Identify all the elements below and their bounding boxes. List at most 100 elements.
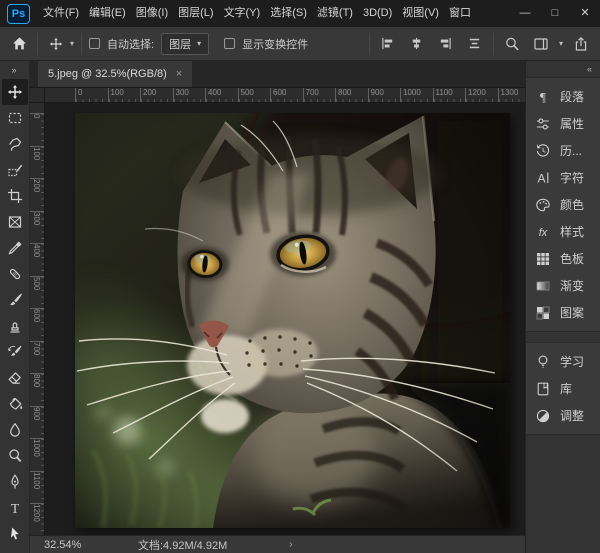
gradients-icon xyxy=(535,278,551,294)
panel-label: 调整 xyxy=(560,407,584,424)
menu-item[interactable]: 图层(L) xyxy=(173,0,218,27)
menu-item[interactable]: 选择(S) xyxy=(265,0,312,27)
distribute-icon[interactable] xyxy=(464,32,486,56)
move-icon xyxy=(45,32,67,56)
panel-properties[interactable]: 属性 xyxy=(526,110,600,137)
tool-pen[interactable] xyxy=(2,469,28,495)
menu-item[interactable]: 文件(F) xyxy=(38,0,84,27)
menu-item[interactable]: 3D(D) xyxy=(358,0,397,27)
align-left-icon[interactable] xyxy=(377,32,399,56)
align-center-icon[interactable] xyxy=(406,32,428,56)
auto-select-label: 自动选择: xyxy=(107,36,154,52)
tool-blur[interactable] xyxy=(2,417,28,443)
tab-close-icon[interactable]: × xyxy=(176,68,182,80)
panel-gradients[interactable]: 渐变 xyxy=(526,272,600,299)
tool-preset-move[interactable]: ▾ xyxy=(45,32,74,56)
paragraph-icon: ¶ xyxy=(535,89,551,105)
tool-object-selection[interactable] xyxy=(2,157,28,183)
tool-type[interactable]: T xyxy=(2,495,28,521)
panel-label: 渐变 xyxy=(560,277,584,294)
align-right-icon[interactable] xyxy=(435,32,457,56)
workspace-icon[interactable] xyxy=(530,32,552,56)
panel-label: 属性 xyxy=(560,115,584,132)
tool-clone-stamp[interactable] xyxy=(2,313,28,339)
history-icon xyxy=(535,143,551,159)
chevron-down-icon: ▾ xyxy=(197,39,201,48)
maximize-button[interactable]: □ xyxy=(540,0,570,27)
document-image[interactable] xyxy=(75,113,510,528)
tool-paint-bucket[interactable] xyxy=(2,391,28,417)
panel-swatches[interactable]: 色板 xyxy=(526,245,600,272)
tool-path-selection[interactable] xyxy=(2,521,28,547)
auto-select-dropdown[interactable]: 图层 ▾ xyxy=(161,33,209,55)
tool-lasso[interactable] xyxy=(2,131,28,157)
tool-eyedropper[interactable] xyxy=(2,235,28,261)
minimize-button[interactable]: — xyxy=(510,0,540,27)
home-icon[interactable] xyxy=(8,32,30,56)
tool-history-brush[interactable] xyxy=(2,339,28,365)
options-bar: ▾ 自动选择: 图层 ▾ 显示变换控件 ▾ xyxy=(0,27,600,61)
panel-color[interactable]: 颜色 xyxy=(526,191,600,218)
adjustments-icon xyxy=(535,408,551,424)
main-area: » xyxy=(0,61,600,553)
divider xyxy=(37,33,38,55)
tool-crop[interactable] xyxy=(2,183,28,209)
divider xyxy=(369,33,370,55)
menu-item[interactable]: 视图(V) xyxy=(397,0,444,27)
show-transform-checkbox[interactable] xyxy=(224,38,235,49)
tool-move[interactable] xyxy=(2,79,28,105)
status-expander-icon[interactable]: › xyxy=(289,539,292,550)
panel-learn[interactable]: 学习 xyxy=(526,348,600,375)
toolbar-expand-icon[interactable]: » xyxy=(0,61,29,79)
tool-eraser[interactable] xyxy=(2,365,28,391)
zoom-level[interactable]: 32.54% xyxy=(44,539,96,551)
panel-label: 颜色 xyxy=(560,196,584,213)
document-tab[interactable]: 5.jpeg @ 32.5%(RGB/8) × xyxy=(38,61,192,87)
swatches-icon xyxy=(535,251,551,267)
panel-label: 字符 xyxy=(560,169,584,186)
menu-item[interactable]: 滤镜(T) xyxy=(312,0,358,27)
menu-bar: 文件(F)编辑(E)图像(I)图层(L)文字(Y)选择(S)滤镜(T)3D(D)… xyxy=(38,0,476,27)
panel-group-2: 学习 库 调整 xyxy=(526,342,600,435)
menu-item[interactable]: 编辑(E) xyxy=(84,0,131,27)
close-button[interactable]: ✕ xyxy=(570,0,600,27)
panel-character[interactable]: A 字符 xyxy=(526,164,600,191)
panel-label: 色板 xyxy=(560,250,584,267)
menu-item[interactable]: 图像(I) xyxy=(131,0,173,27)
photoshop-window: Ps 文件(F)编辑(E)图像(I)图层(L)文字(Y)选择(S)滤镜(T)3D… xyxy=(0,0,600,553)
chevron-down-icon: ▾ xyxy=(70,39,74,48)
chevron-down-icon[interactable]: ▾ xyxy=(559,39,563,48)
panel-libraries[interactable]: 库 xyxy=(526,375,600,402)
panel-label: 段落 xyxy=(560,88,584,105)
styles-icon: fx xyxy=(535,224,551,240)
tool-frame[interactable] xyxy=(2,209,28,235)
panel-styles[interactable]: fx 样式 xyxy=(526,218,600,245)
divider xyxy=(81,33,82,55)
panel-adjustments[interactable]: 调整 xyxy=(526,402,600,429)
panel-dock: « ¶ 段落 属性 历... A 字符 xyxy=(525,61,600,553)
tool-rectangular-marquee[interactable] xyxy=(2,105,28,131)
ruler-corner xyxy=(30,88,45,103)
tool-spot-healing-brush[interactable] xyxy=(2,261,28,287)
panel-label: 样式 xyxy=(560,223,584,240)
canvas-pasteboard[interactable]: 0100200300400500600700800900100011001200… xyxy=(30,88,525,535)
document-size-info: 文档:4.92M/4.92M xyxy=(138,537,227,553)
menu-item[interactable]: 文字(Y) xyxy=(219,0,266,27)
title-bar: Ps 文件(F)编辑(E)图像(I)图层(L)文字(Y)选择(S)滤镜(T)3D… xyxy=(0,0,600,27)
panel-label: 图案 xyxy=(560,304,584,321)
share-icon[interactable] xyxy=(570,32,592,56)
properties-icon xyxy=(535,116,551,132)
document-area: 5.jpeg @ 32.5%(RGB/8) × 0100200300400500… xyxy=(30,61,525,553)
panel-paragraph[interactable]: ¶ 段落 xyxy=(526,83,600,110)
tool-brush[interactable] xyxy=(2,287,28,313)
panel-dock-header: « xyxy=(526,61,600,77)
tool-dodge[interactable] xyxy=(2,443,28,469)
auto-select-checkbox[interactable] xyxy=(89,38,100,49)
panel-patterns[interactable]: 图案 xyxy=(526,299,600,326)
tool-strip: » xyxy=(0,61,30,553)
panel-history[interactable]: 历... xyxy=(526,137,600,164)
auto-select-value: 图层 xyxy=(169,36,191,52)
search-icon[interactable] xyxy=(501,32,523,56)
menu-item[interactable]: 窗口 xyxy=(444,0,476,27)
collapse-panels-icon[interactable]: « xyxy=(587,64,593,74)
